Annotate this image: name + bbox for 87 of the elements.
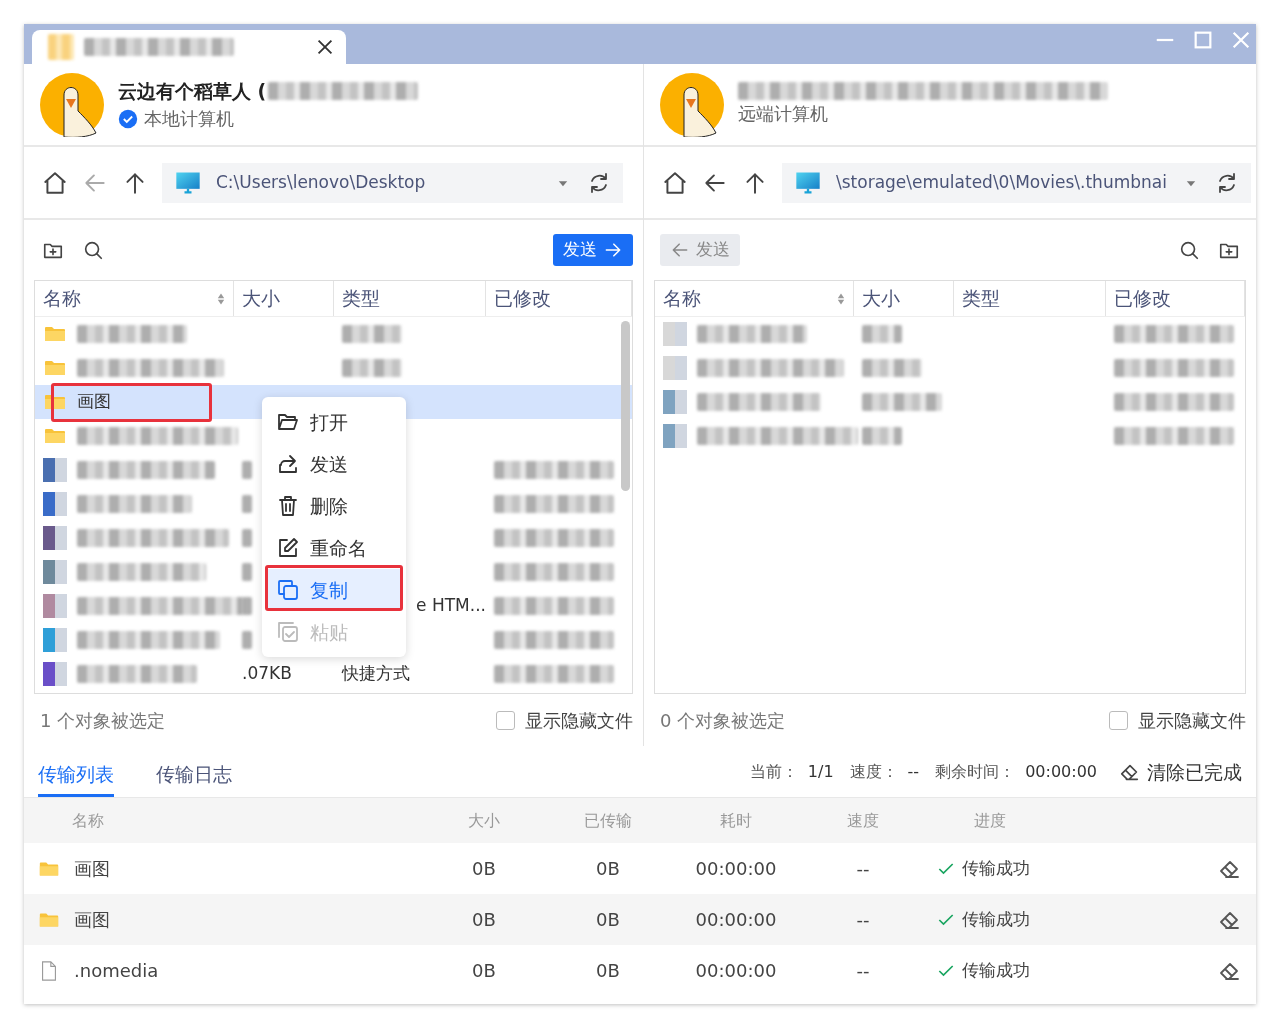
- column-header[interactable]: 名称: [655, 281, 854, 316]
- file-type: e HTM...: [416, 594, 486, 618]
- column-header: 耗时: [720, 810, 752, 830]
- column-header[interactable]: 已修改: [486, 281, 632, 316]
- sort-icon: [837, 291, 845, 306]
- table-cell: 00:00:00: [695, 858, 777, 879]
- stat-label: 速度：: [849, 760, 898, 783]
- clear-completed-button[interactable]: 清除已完成: [1113, 756, 1248, 787]
- send-icon: [276, 452, 300, 476]
- avatar-icon: [40, 72, 104, 137]
- menu-item[interactable]: 复制: [268, 569, 400, 611]
- avatar-icon: [660, 72, 724, 137]
- table-cell: 0B: [472, 960, 496, 981]
- redacted-text: [342, 325, 402, 343]
- checkbox-label: 显示隐藏文件: [525, 708, 633, 733]
- file-type: 快捷方式: [342, 662, 410, 686]
- copy-icon: [276, 578, 300, 602]
- file-name: 画图: [74, 857, 110, 881]
- column-header[interactable]: 大小: [854, 281, 954, 316]
- send-button[interactable]: 发送: [553, 234, 633, 266]
- menu-item[interactable]: 发送: [268, 443, 400, 485]
- selection-status: 1 个对象被选定: [40, 708, 166, 733]
- redacted-text: [242, 563, 252, 581]
- computer-label: 本地计算机: [144, 107, 234, 132]
- redacted-text: [242, 529, 252, 547]
- table-cell: 00:00:00: [695, 960, 777, 981]
- column-header: 进度: [974, 810, 1006, 830]
- file-name: .nomedia: [74, 959, 159, 983]
- edit-icon: [276, 536, 300, 560]
- tab-icon: [48, 34, 74, 60]
- table-cell: 0B: [596, 858, 620, 879]
- path-field[interactable]: C:\Users\lenovo\Desktop: [162, 162, 623, 203]
- file-name: 画图: [77, 390, 111, 414]
- redacted-text: [862, 359, 922, 377]
- redacted-text: [242, 631, 252, 649]
- column-header: 名称: [72, 810, 104, 830]
- selection-status: 0 个对象被选定: [660, 708, 786, 733]
- stat-label: 剩余时间：: [935, 760, 1016, 783]
- column-header: 已传输: [584, 810, 632, 830]
- menu-item[interactable]: 重命名: [268, 527, 400, 569]
- stat-label: 当前：: [749, 760, 798, 783]
- table-cell: 0B: [596, 909, 620, 930]
- home-icon[interactable]: [42, 169, 68, 196]
- redacted-text: [862, 325, 902, 343]
- trash-icon: [276, 494, 300, 518]
- stat-value: --: [907, 760, 920, 783]
- search-icon[interactable]: [1178, 239, 1200, 261]
- menu-item[interactable]: 删除: [268, 485, 400, 527]
- column-header: 大小: [468, 810, 500, 830]
- stat-value: 1/1: [807, 760, 834, 783]
- redacted-text: [342, 359, 402, 377]
- redacted-text: [242, 495, 252, 513]
- computer-label: 远端计算机: [738, 102, 828, 126]
- paste-icon: [276, 620, 300, 644]
- arrow-right-icon: [603, 240, 623, 260]
- table-cell: 0B: [472, 858, 496, 879]
- transfer-status: 传输成功: [962, 907, 1030, 931]
- checkbox-label: 显示隐藏文件: [1138, 708, 1246, 733]
- column-header[interactable]: 类型: [954, 281, 1106, 316]
- column-header[interactable]: 大小: [234, 281, 334, 316]
- table-cell: --: [856, 909, 870, 930]
- path-field[interactable]: \storage\emulated\0\Movies\.thumbnai: [782, 162, 1251, 203]
- stat-value: 00:00:00: [1025, 760, 1097, 783]
- file-name: 画图: [74, 908, 110, 932]
- table-cell: 0B: [596, 960, 620, 981]
- table-cell: --: [856, 858, 870, 879]
- checkbox[interactable]: [496, 710, 515, 730]
- table-cell: --: [856, 960, 870, 981]
- transfer-status: 传输成功: [962, 856, 1030, 880]
- table-cell: 0B: [472, 909, 496, 930]
- column-header: 速度: [847, 810, 879, 830]
- column-header[interactable]: 类型: [334, 281, 486, 316]
- redacted-text: [242, 461, 252, 479]
- tab[interactable]: 传输日志: [156, 759, 232, 797]
- table-cell: 00:00:00: [695, 909, 777, 930]
- column-header[interactable]: 已修改: [1106, 281, 1245, 316]
- column-header[interactable]: 名称: [35, 281, 234, 316]
- user-name: 云边有个稻草人 (: [118, 78, 267, 104]
- home-icon[interactable]: [662, 169, 688, 196]
- menu-item[interactable]: 打开: [268, 401, 400, 443]
- scrollbar-thumb[interactable]: [621, 321, 630, 491]
- sort-icon: [217, 291, 225, 306]
- file-size: .07KB: [242, 662, 292, 686]
- redacted-text: [862, 427, 902, 445]
- search-icon[interactable]: [82, 239, 104, 261]
- transfer-status: 传输成功: [962, 958, 1030, 982]
- checkbox[interactable]: [1109, 710, 1128, 730]
